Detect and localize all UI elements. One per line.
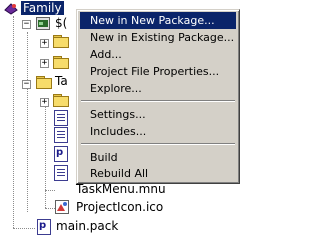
tree-node-taskmenu[interactable]: TaskMenu.mnu [76, 182, 166, 196]
tree-line [45, 190, 55, 191]
menu-separator [81, 100, 235, 102]
expand-toggle[interactable]: + [40, 39, 49, 48]
menu-item-rebuild-all[interactable]: Rebuild All [80, 165, 236, 182]
image-icon [55, 200, 69, 214]
tree-node-projecticon[interactable]: ProjectIcon.ico [76, 200, 163, 214]
menu-item-build[interactable]: Build [80, 149, 236, 166]
context-menu: New in New Package... New in Existing Pa… [76, 9, 240, 184]
pack-file-icon: p [54, 146, 68, 162]
document-icon [54, 165, 68, 181]
expand-toggle[interactable]: + [40, 98, 49, 107]
folder-icon [53, 94, 69, 107]
menu-item-project-file-properties[interactable]: Project File Properties... [80, 63, 236, 80]
collapse-toggle[interactable]: − [22, 80, 31, 89]
document-icon [54, 110, 68, 126]
tree-node-item2[interactable]: Ta [55, 74, 68, 88]
tree-node-mainpack[interactable]: main.pack [56, 219, 118, 233]
collapse-toggle[interactable]: − [22, 20, 31, 29]
folder-icon [36, 76, 52, 89]
tree-line [13, 228, 35, 229]
menu-separator [81, 143, 235, 145]
tree-line [13, 16, 14, 228]
resource-icon [36, 17, 50, 30]
menu-item-explore[interactable]: Explore... [80, 80, 236, 97]
tree-node-family[interactable]: Family [21, 1, 64, 15]
tree-line [45, 100, 46, 208]
tree-line [27, 88, 28, 212]
expand-toggle[interactable]: + [40, 59, 49, 68]
tree-line [27, 32, 28, 82]
folder-icon [53, 35, 69, 48]
menu-item-includes[interactable]: Includes... [80, 123, 236, 140]
folder-icon [53, 56, 69, 69]
pack-file-icon: p [37, 219, 51, 235]
menu-item-new-in-new-package[interactable]: New in New Package... [80, 12, 236, 29]
tree-node-item1[interactable]: $( [55, 16, 67, 30]
menu-item-settings[interactable]: Settings... [80, 106, 236, 123]
tree-line [45, 208, 55, 209]
family-project-icon [4, 2, 18, 15]
menu-item-new-in-existing-package[interactable]: New in Existing Package... [80, 29, 236, 46]
document-icon [54, 127, 68, 143]
menu-item-add[interactable]: Add... [80, 46, 236, 63]
